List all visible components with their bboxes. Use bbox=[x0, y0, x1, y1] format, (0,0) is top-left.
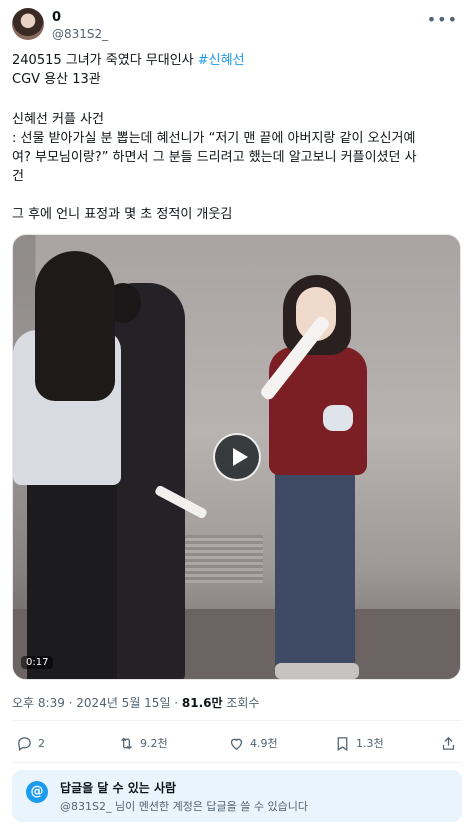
more-icon[interactable]: ••• bbox=[427, 10, 458, 29]
divider bbox=[12, 762, 462, 763]
hashtag-link[interactable]: #신혜선 bbox=[198, 53, 245, 68]
reply-button[interactable]: 2 bbox=[16, 730, 45, 756]
bookmark-button[interactable]: 1.3천 bbox=[334, 730, 384, 756]
reply-restriction-description: @831S2_ 님이 멘션한 계정은 답글을 쓸 수 있습니다 bbox=[60, 800, 308, 813]
video-duration: 0:17 bbox=[21, 656, 54, 669]
views-count: 81.6만 bbox=[181, 696, 223, 710]
like-button[interactable]: 4.9천 bbox=[228, 730, 278, 756]
post-meta: 오후 8:39 · 2024년 5월 15일 · 81.6만 조회수 bbox=[12, 694, 260, 711]
reply-restriction-notice: @ 답글을 달 수 있는 사람 @831S2_ 님이 멘션한 계정은 답글을 쓸… bbox=[12, 770, 462, 822]
share-icon bbox=[442, 736, 455, 750]
bookmark-icon bbox=[337, 736, 348, 751]
like-icon bbox=[230, 738, 243, 750]
post-header: 0 @831S2_ ••• bbox=[12, 6, 462, 46]
video-person-right-arm bbox=[323, 405, 353, 431]
video-person-right-legs bbox=[275, 465, 355, 670]
repost-button[interactable]: 9.2천 bbox=[118, 730, 168, 756]
play-icon[interactable] bbox=[213, 433, 261, 481]
post-section-title: 신혜선 커플 사건 bbox=[12, 112, 104, 127]
video-person-left-legs bbox=[27, 475, 117, 679]
video-player[interactable]: 0:17 bbox=[12, 234, 461, 680]
post-paragraph-line-1: : 선물 받아가실 분 뽑는데 혜선니가 “저기 맨 끝에 아버지랑 같이 오신… bbox=[12, 131, 416, 146]
like-count: 4.9천 bbox=[250, 737, 278, 750]
user-handle[interactable]: @831S2_ bbox=[52, 27, 108, 41]
reply-icon bbox=[18, 736, 31, 751]
post-title-text: 240515 그녀가 죽였다 무대인사 bbox=[12, 53, 198, 68]
reply-restriction-title: 답글을 달 수 있는 사람 bbox=[60, 781, 177, 795]
divider bbox=[12, 720, 462, 721]
repost-count: 9.2천 bbox=[140, 737, 168, 750]
mention-icon: @ bbox=[26, 781, 48, 803]
share-button[interactable] bbox=[440, 730, 457, 756]
post-timestamp[interactable]: 오후 8:39 · 2024년 5월 15일 · bbox=[12, 696, 182, 710]
post-line-1: 240515 그녀가 죽였다 무대인사 #신혜선 bbox=[12, 52, 462, 70]
post-line-2: CGV 용산 13관 bbox=[12, 72, 101, 87]
views-label: 조회수 bbox=[222, 696, 260, 710]
post-paragraph-line-2: 여? 부모님이랑?” 하면서 그 분들 드리려고 했는데 알고보니 커플이셨던 … bbox=[12, 150, 417, 165]
repost-icon bbox=[121, 737, 132, 749]
bookmark-count: 1.3천 bbox=[356, 737, 384, 750]
video-person-left-hair bbox=[35, 251, 115, 401]
video-person-right-shoes bbox=[275, 663, 359, 679]
action-bar: 2 9.2천 4.9천 1.3천 bbox=[12, 730, 462, 756]
reply-count: 2 bbox=[38, 736, 45, 750]
post-paragraph-line-3: 건 bbox=[12, 169, 24, 184]
post-closing-line: 그 후에 언니 표정과 몇 초 정적이 개웃김 bbox=[12, 207, 233, 222]
display-name[interactable]: 0 bbox=[52, 10, 61, 25]
avatar[interactable] bbox=[12, 8, 44, 40]
